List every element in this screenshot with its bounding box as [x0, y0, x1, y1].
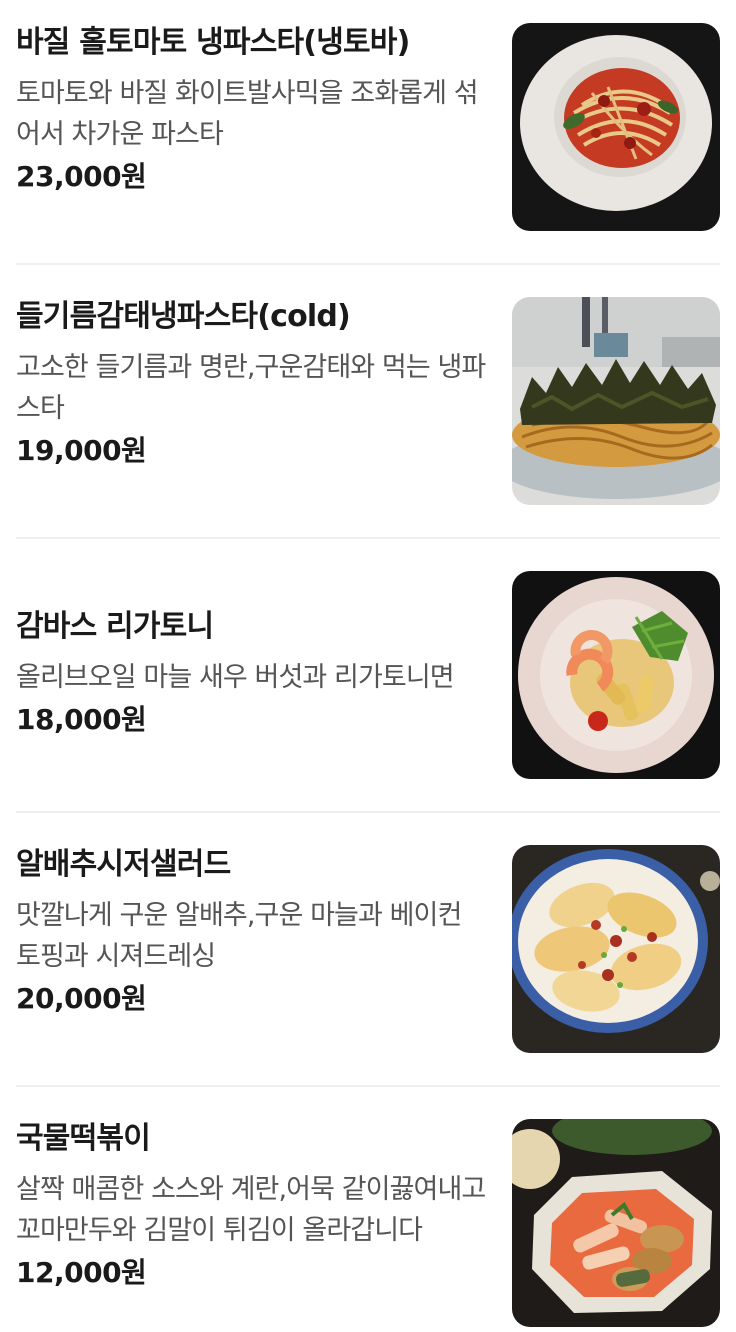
divider — [16, 811, 720, 813]
menu-item-price: 12,000원 — [16, 1256, 147, 1289]
menu-item-title: 들기름감태냉파스타(cold) — [16, 299, 351, 334]
menu-item-price: 18,000원 — [16, 703, 147, 736]
menu-item-title: 알배추시저샐러드 — [16, 847, 231, 882]
menu-item-description: 맛깔나게 구운 알배추,구운 마늘과 베이컨 토핑과 시져드레싱 — [16, 900, 462, 972]
menu-item[interactable]: 알배추시저샐러드 맛깔나게 구운 알배추,구운 마늘과 베이컨 토핑과 시져드레… — [16, 845, 720, 1053]
menu-item-title: 국물떡볶이 — [16, 1121, 151, 1156]
divider — [16, 263, 720, 265]
menu-item-price: 19,000원 — [16, 434, 147, 467]
tomato-basil-pasta-photo[interactable] — [512, 23, 720, 231]
gambas-rigatoni-photo[interactable] — [512, 571, 720, 779]
perilla-seaweed-pasta-photo[interactable] — [512, 297, 720, 505]
menu-item-description: 올리브오일 마늘 새우 버섯과 리가토니면 — [16, 662, 455, 693]
menu-item-description: 살짝 매콤한 소스와 계란,어묵 같이끓여내고 꼬마만두와 김말이 튀김이 올라… — [16, 1174, 486, 1246]
menu-list: 바질 홀토마토 냉파스타(냉토바) 토마토와 바질 화이트발사믹을 조화롭게 섞… — [0, 0, 736, 1332]
menu-item[interactable]: 국물떡볶이 살짝 매콤한 소스와 계란,어묵 같이끓여내고 꼬마만두와 김말이 … — [16, 1119, 720, 1327]
menu-item[interactable]: 감바스 리가토니 올리브오일 마늘 새우 버섯과 리가토니면 18,000원 — [16, 571, 720, 779]
menu-item-text: 국물떡볶이 살짝 매콤한 소스와 계란,어묵 같이끓여내고 꼬마만두와 김말이 … — [16, 1119, 486, 1293]
menu-item-title: 감바스 리가토니 — [16, 609, 214, 644]
cabbage-caesar-salad-photo[interactable] — [512, 845, 720, 1053]
menu-item-title: 바질 홀토마토 냉파스타(냉토바) — [16, 25, 410, 60]
divider — [16, 537, 720, 539]
menu-item-description: 토마토와 바질 화이트발사믹을 조화롭게 섞어서 차가운 파스타 — [16, 78, 479, 150]
menu-item-text: 감바스 리가토니 올리브오일 마늘 새우 버섯과 리가토니면 18,000원 — [16, 607, 486, 740]
divider — [16, 1085, 720, 1087]
menu-item-text: 바질 홀토마토 냉파스타(냉토바) 토마토와 바질 화이트발사믹을 조화롭게 섞… — [16, 23, 486, 197]
menu-item-price: 23,000원 — [16, 160, 147, 193]
soup-tteokbokki-photo[interactable] — [512, 1119, 720, 1327]
menu-item-price: 20,000원 — [16, 982, 147, 1015]
menu-item-description: 고소한 들기름과 명란,구운감태와 먹는 냉파스타 — [16, 352, 486, 424]
menu-item-text: 알배추시저샐러드 맛깔나게 구운 알배추,구운 마늘과 베이컨 토핑과 시져드레… — [16, 845, 486, 1019]
menu-item-text: 들기름감태냉파스타(cold) 고소한 들기름과 명란,구운감태와 먹는 냉파스… — [16, 297, 486, 471]
menu-item[interactable]: 들기름감태냉파스타(cold) 고소한 들기름과 명란,구운감태와 먹는 냉파스… — [16, 297, 720, 505]
menu-item[interactable]: 바질 홀토마토 냉파스타(냉토바) 토마토와 바질 화이트발사믹을 조화롭게 섞… — [16, 23, 720, 231]
